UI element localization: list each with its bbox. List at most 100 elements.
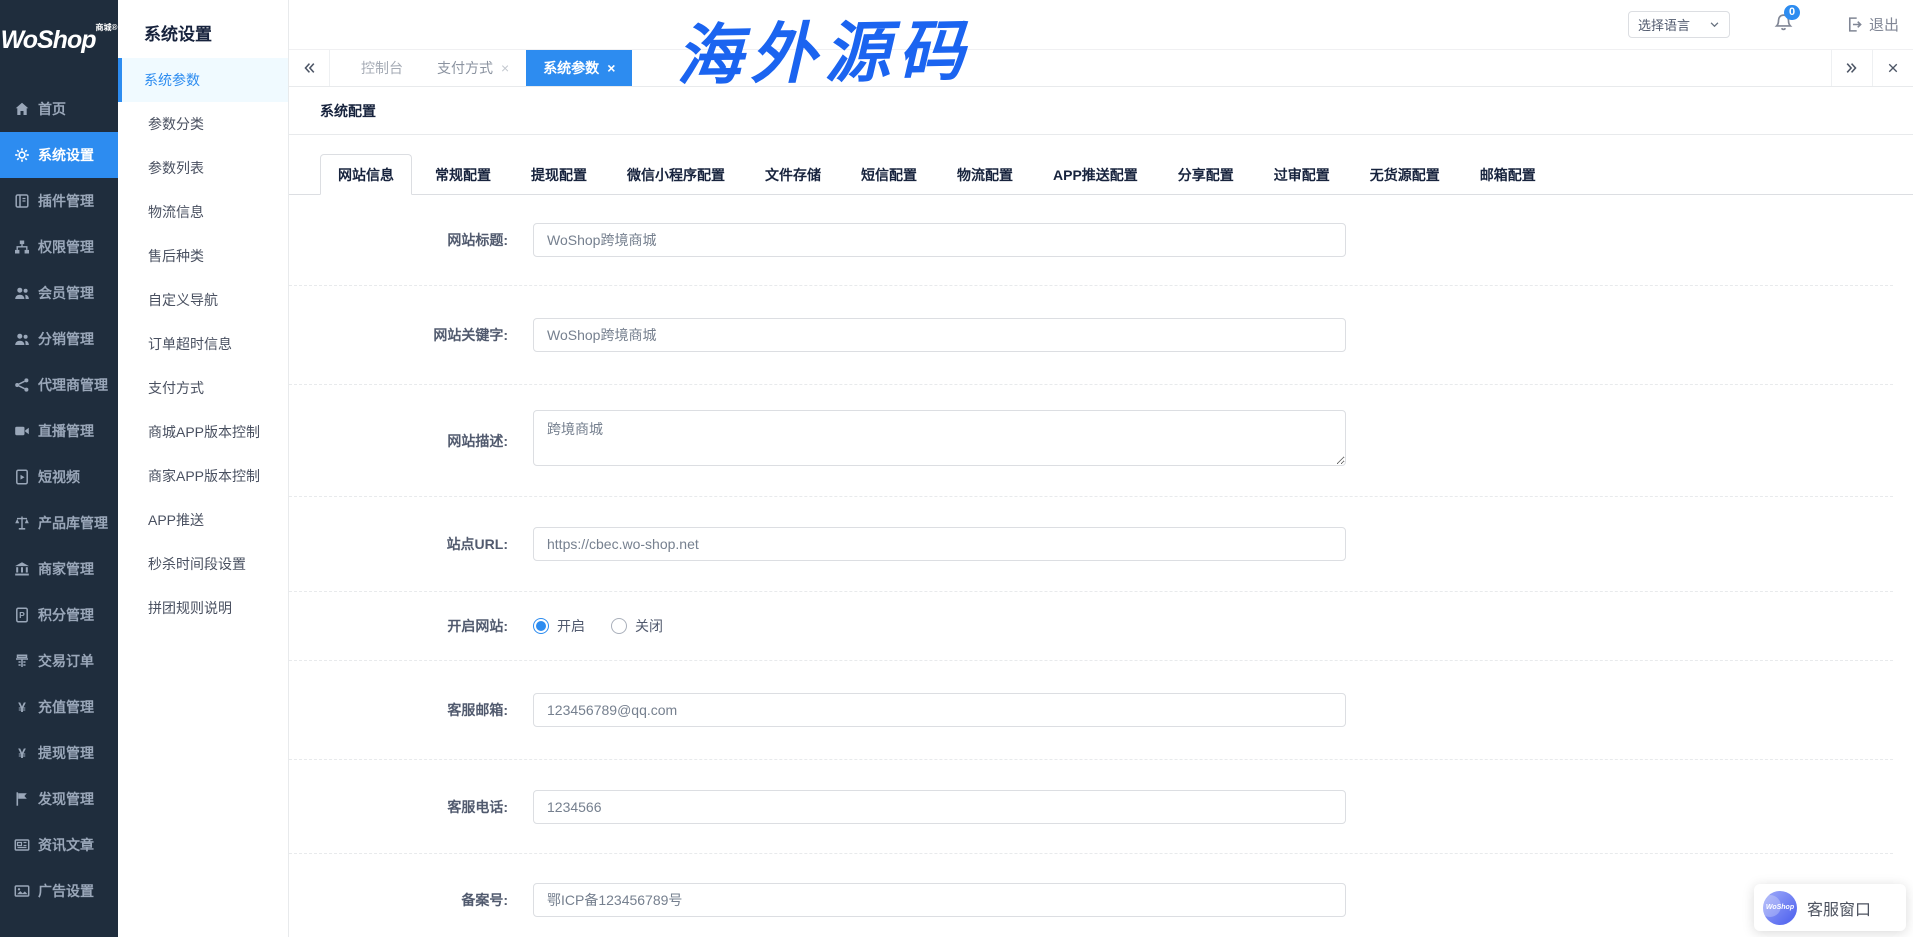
config-tab[interactable]: 过审配置 (1257, 154, 1347, 195)
submenu-sidebar: 系统设置 系统参数参数分类参数列表物流信息售后种类自定义导航订单超时信息支付方式… (118, 0, 289, 937)
sidebar-item[interactable]: 发现管理 (0, 776, 118, 822)
config-tab[interactable]: 分享配置 (1161, 154, 1251, 195)
submenu-item[interactable]: 拼团规则说明 (118, 586, 288, 630)
submenu-item[interactable]: 参数列表 (118, 146, 288, 190)
users-icon (13, 331, 30, 348)
sidebar-item[interactable]: 交易订单 (0, 638, 118, 684)
submenu-item[interactable]: 物流信息 (118, 190, 288, 234)
submenu-item[interactable]: 订单超时信息 (118, 322, 288, 366)
open-tab[interactable]: 控制台 (344, 50, 420, 86)
language-select[interactable]: 选择语言 (1628, 11, 1730, 38)
sidebar-item[interactable]: P积分管理 (0, 592, 118, 638)
close-tab-icon[interactable]: × (607, 61, 615, 75)
flag-icon (13, 791, 30, 808)
submenu-item[interactable]: 商城APP版本控制 (118, 410, 288, 454)
form-textarea[interactable] (533, 410, 1346, 466)
form-text-input[interactable] (533, 223, 1346, 257)
news-icon (13, 837, 30, 854)
open-tab[interactable]: 系统参数 × (526, 50, 632, 86)
close-tabs-button[interactable] (1872, 50, 1913, 86)
sidebar-item[interactable]: 直播管理 (0, 408, 118, 454)
customer-service-widget[interactable]: WoShop 客服窗口 (1754, 884, 1906, 931)
config-tab[interactable]: 微信小程序配置 (610, 154, 742, 195)
open-tabs: 控制台支付方式× 系统参数 × (344, 50, 1831, 86)
scroll-tabs-left-button[interactable] (289, 50, 330, 86)
form-label: 客服电话: (320, 797, 508, 817)
config-tab[interactable]: APP推送配置 (1036, 154, 1155, 195)
sidebar-item[interactable]: 插件管理 (0, 178, 118, 224)
form-text-input[interactable] (533, 527, 1346, 561)
sidebar-item-label: 充值管理 (38, 697, 94, 717)
sidebar-item[interactable]: ¥提现管理 (0, 730, 118, 776)
open-tab[interactable]: 支付方式× (420, 50, 526, 86)
config-tab[interactable]: 邮箱配置 (1463, 154, 1553, 195)
double-chevron-right-icon (1845, 61, 1859, 75)
submenu-item[interactable]: 售后种类 (118, 234, 288, 278)
sidebar-item[interactable]: 短视频 (0, 454, 118, 500)
config-tab[interactable]: 网站信息 (320, 154, 412, 195)
close-tab-icon[interactable]: × (501, 61, 509, 75)
sidebar-item[interactable]: 权限管理 (0, 224, 118, 270)
form-row: 备案号: (289, 854, 1893, 937)
radio-group: 开启 关闭 (533, 616, 663, 636)
form-row: 站点URL: (289, 497, 1893, 592)
language-select-value: 选择语言 (1638, 15, 1690, 34)
config-tab[interactable]: 常规配置 (418, 154, 508, 195)
home-icon (13, 101, 30, 118)
sidebar-item-label: 商家管理 (38, 559, 94, 579)
sidebar-item[interactable]: 会员管理 (0, 270, 118, 316)
logout-label: 退出 (1869, 14, 1899, 35)
page-title: 系统配置 (289, 87, 1913, 135)
form-label: 网站关键字: (320, 325, 508, 345)
sidebar-item-label: 插件管理 (38, 191, 94, 211)
sidebar-item[interactable]: ¥ 充值管理 (0, 684, 118, 730)
sidebar-item-label: 交易订单 (38, 651, 94, 671)
ad-image-icon (13, 883, 30, 900)
submenu-item[interactable]: 自定义导航 (118, 278, 288, 322)
config-tab[interactable]: 无货源配置 (1353, 154, 1457, 195)
main-area: 选择语言 0 退出 控制台支付方式× 系统参数 × (289, 0, 1913, 937)
sidebar-item[interactable]: 产品库管理 (0, 500, 118, 546)
radio-option[interactable]: 关闭 (611, 616, 663, 636)
config-tab[interactable]: 短信配置 (844, 154, 934, 195)
app-logo[interactable]: WoShop商城® (0, 0, 118, 86)
radio-unchecked-icon[interactable] (611, 618, 627, 634)
config-tab[interactable]: 文件存储 (748, 154, 838, 195)
sidebar-item[interactable]: 资讯文章 (0, 822, 118, 868)
sidebar-item-label: 系统设置 (38, 145, 94, 165)
sidebar-item[interactable]: 分销管理 (0, 316, 118, 362)
radio-checked-icon[interactable] (533, 618, 549, 634)
submenu-item[interactable]: 支付方式 (118, 366, 288, 410)
submenu-item[interactable]: APP推送 (118, 498, 288, 542)
config-tab[interactable]: 物流配置 (940, 154, 1030, 195)
sidebar-item-label: 资讯文章 (38, 835, 94, 855)
scale-icon (13, 515, 30, 532)
sidebar-item[interactable]: 系统设置 (0, 132, 118, 178)
logout-button[interactable]: 退出 (1845, 14, 1899, 35)
form-text-input[interactable] (533, 883, 1346, 917)
sidebar-item-label: 首页 (38, 99, 66, 119)
logo-text: WoShop商城® (1, 28, 118, 53)
open-tab-label: 系统参数 (543, 58, 599, 78)
sidebar-item[interactable]: 首页 (0, 86, 118, 132)
scroll-tabs-right-button[interactable] (1831, 50, 1872, 86)
submenu-item[interactable]: 系统参数 (118, 58, 288, 102)
radio-option[interactable]: 开启 (533, 616, 585, 636)
form-text-input[interactable] (533, 790, 1346, 824)
submenu-item[interactable]: 商家APP版本控制 (118, 454, 288, 498)
form-row: 客服邮箱: (289, 661, 1893, 760)
points-icon: P (13, 607, 30, 624)
yen-icon: ¥ (13, 699, 30, 716)
sidebar-item[interactable]: 商家管理 (0, 546, 118, 592)
sidebar-item[interactable]: 广告设置 (0, 868, 118, 914)
form-text-input[interactable] (533, 318, 1346, 352)
submenu-item[interactable]: 秒杀时间段设置 (118, 542, 288, 586)
config-tab[interactable]: 提现配置 (514, 154, 604, 195)
config-tabs: 网站信息常规配置提现配置微信小程序配置文件存储短信配置物流配置APP推送配置分享… (289, 135, 1913, 195)
notification-bell[interactable]: 0 (1774, 13, 1793, 37)
double-chevron-left-icon (302, 61, 316, 75)
sidebar-item[interactable]: 代理商管理 (0, 362, 118, 408)
form-text-input[interactable] (533, 693, 1346, 727)
orders-icon (13, 653, 30, 670)
submenu-item[interactable]: 参数分类 (118, 102, 288, 146)
